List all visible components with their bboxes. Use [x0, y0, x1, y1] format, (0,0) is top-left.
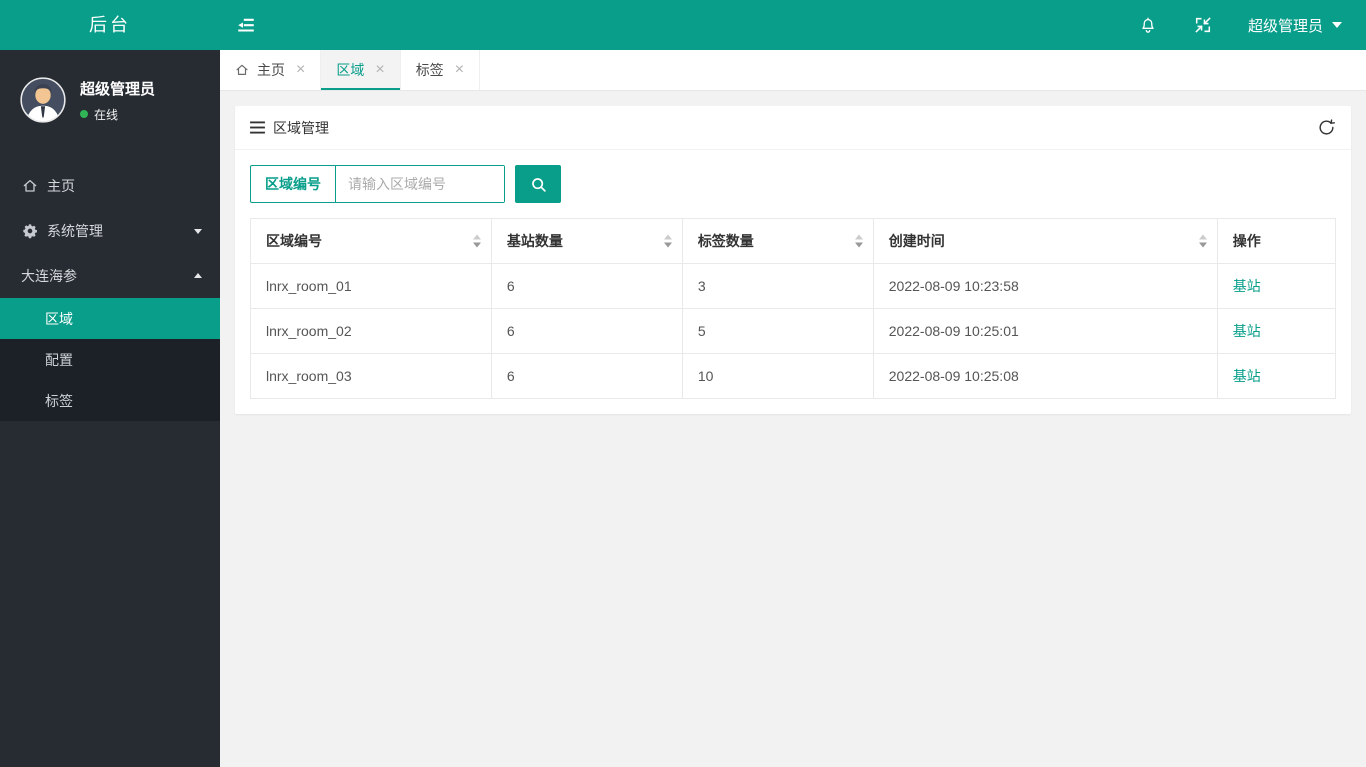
- region-table: 区域编号 基站数量 标签数量 创建时间 操作 lnrx_room_01 6 3 …: [250, 218, 1337, 399]
- cell-region-code: lnrx_room_03: [250, 353, 492, 399]
- panel-header: 区域管理: [235, 106, 1351, 150]
- home-icon: [235, 63, 249, 77]
- close-icon[interactable]: ×: [455, 62, 464, 78]
- sidebar-subitem-region[interactable]: 区域: [0, 298, 220, 339]
- table-row: lnrx_room_01 6 3 2022-08-09 10:23:58 基站: [250, 263, 1337, 309]
- close-icon[interactable]: ×: [296, 62, 305, 78]
- base-station-link[interactable]: 基站: [1233, 323, 1261, 339]
- sidebar-item-label: 系统管理: [47, 222, 103, 239]
- user-status: 在线: [80, 106, 155, 123]
- user-name: 超级管理员: [80, 80, 156, 98]
- chevron-up-icon: [194, 269, 202, 278]
- sidebar-subitem-config[interactable]: 配置: [0, 339, 220, 380]
- user-profile-text: 超级管理员 在线: [80, 78, 155, 123]
- tab-label: 标签: [415, 62, 444, 78]
- table-row: lnrx_room_02 6 5 2022-08-09 10:25:01 基站: [250, 308, 1337, 354]
- avatar: [20, 77, 66, 123]
- content-area: 区域管理 区域编号 请输入区域编号 区域编号 基站数量 标签数量 创建时间 操作…: [220, 91, 1366, 429]
- table-row: lnrx_room_03 6 10 2022-08-09 10:25:08 基站: [250, 353, 1337, 399]
- table-header-row: 区域编号 基站数量 标签数量 创建时间 操作: [250, 218, 1337, 264]
- search-row: 区域编号: [250, 165, 1336, 203]
- panel-title: 区域管理: [250, 118, 329, 138]
- column-header[interactable]: 区域编号: [250, 218, 492, 264]
- search-icon: [531, 177, 546, 192]
- sidebar-item-home[interactable]: 主页: [0, 163, 220, 208]
- notifications-button[interactable]: [1138, 15, 1158, 35]
- user-menu-label: 超级管理员: [1247, 17, 1323, 35]
- sidebar-item-label: 主页: [47, 177, 75, 194]
- search-button[interactable]: [515, 165, 561, 203]
- base-station-link[interactable]: 基站: [1233, 368, 1261, 384]
- online-status-label: 在线: [94, 107, 119, 122]
- sidebar-collapse-icon: [238, 18, 254, 32]
- column-header[interactable]: 标签数量: [681, 218, 874, 264]
- column-header: 操作: [1216, 218, 1337, 264]
- panel-title-text: 区域管理: [273, 119, 329, 136]
- topbar-main: 超级管理员: [220, 0, 1366, 50]
- bell-icon: [1142, 17, 1154, 33]
- sort-icon[interactable]: [1198, 231, 1207, 252]
- sidebar-item-label: 大连海参: [21, 267, 77, 284]
- column-header[interactable]: 基站数量: [490, 218, 683, 264]
- cell-base-station-count: 6: [490, 353, 683, 399]
- sidebar: 超级管理员 在线 主页 系统管理 大连海参 区域 配置 标签: [0, 50, 220, 767]
- tab-label: 主页: [257, 62, 285, 78]
- cell-tag-count: 10: [681, 353, 874, 399]
- cell-tag-count: 5: [681, 308, 874, 354]
- base-station-link[interactable]: 基站: [1233, 278, 1261, 294]
- app-header: 后台 超级管理员: [0, 0, 1366, 50]
- sort-icon[interactable]: [663, 231, 672, 252]
- sidebar-subitem-tag[interactable]: 标签: [0, 380, 220, 421]
- cell-created-time: 2022-08-09 10:23:58: [872, 263, 1218, 309]
- chevron-down-icon: [1332, 22, 1342, 33]
- refresh-icon: [1319, 119, 1335, 135]
- topbar-right: 超级管理员: [1138, 15, 1342, 36]
- tab-tag[interactable]: 标签 ×: [401, 50, 481, 90]
- sidebar-item-system-management[interactable]: 系统管理: [0, 208, 220, 253]
- chevron-down-icon: [194, 228, 202, 238]
- home-icon: [22, 178, 38, 194]
- gear-icon: [22, 223, 38, 239]
- tab-bar: 主页 × 区域 × 标签 ×: [220, 50, 1366, 91]
- sidebar-subitem-label: 标签: [45, 392, 73, 409]
- search-field-label: 区域编号: [251, 166, 336, 202]
- tab-region[interactable]: 区域 ×: [321, 50, 401, 90]
- cell-created-time: 2022-08-09 10:25:01: [872, 308, 1218, 354]
- cell-base-station-count: 6: [490, 263, 683, 309]
- refresh-button[interactable]: [1317, 118, 1336, 137]
- list-icon: [250, 121, 265, 134]
- cell-region-code: lnrx_room_01: [250, 263, 492, 309]
- region-code-input[interactable]: [336, 166, 504, 202]
- sidebar-toggle-button[interactable]: [236, 15, 256, 35]
- column-header[interactable]: 创建时间: [872, 218, 1218, 264]
- sidebar-submenu: 区域 配置 标签: [0, 298, 220, 421]
- tab-home[interactable]: 主页 ×: [220, 50, 322, 90]
- cell-tag-count: 3: [681, 263, 874, 309]
- cell-created-time: 2022-08-09 10:25:08: [872, 353, 1218, 399]
- sidebar-item-dalian-haishen[interactable]: 大连海参: [0, 253, 220, 298]
- app-logo: 后台: [89, 15, 131, 35]
- sidebar-menu: 主页 系统管理 大连海参 区域 配置 标签: [0, 163, 220, 421]
- tab-label: 区域: [336, 62, 365, 78]
- region-management-panel: 区域管理 区域编号 请输入区域编号 区域编号 基站数量 标签数量 创建时间 操作…: [235, 106, 1351, 414]
- online-status-dot: [80, 110, 88, 118]
- sort-icon[interactable]: [854, 231, 863, 252]
- cell-region-code: lnrx_room_02: [250, 308, 492, 354]
- sort-icon[interactable]: [472, 231, 481, 252]
- close-icon[interactable]: ×: [375, 62, 384, 78]
- user-menu[interactable]: 超级管理员: [1248, 15, 1342, 36]
- exit-fullscreen-button[interactable]: [1194, 16, 1212, 34]
- main-area: 主页 × 区域 × 标签 × 区域管理 区域编号 请输入区域编号 区域编号 基站…: [220, 0, 1366, 767]
- sidebar-subitem-label: 配置: [45, 351, 73, 368]
- panel-body: 区域编号 请输入区域编号 区域编号 基站数量 标签数量 创建时间 操作 lnrx…: [235, 150, 1351, 414]
- user-profile: 超级管理员 在线: [0, 50, 220, 143]
- search-input-group: 区域编号: [250, 165, 505, 203]
- sidebar-subitem-label: 区域: [45, 310, 73, 327]
- cell-base-station-count: 6: [490, 308, 683, 354]
- exit-fullscreen-icon: [1195, 17, 1211, 33]
